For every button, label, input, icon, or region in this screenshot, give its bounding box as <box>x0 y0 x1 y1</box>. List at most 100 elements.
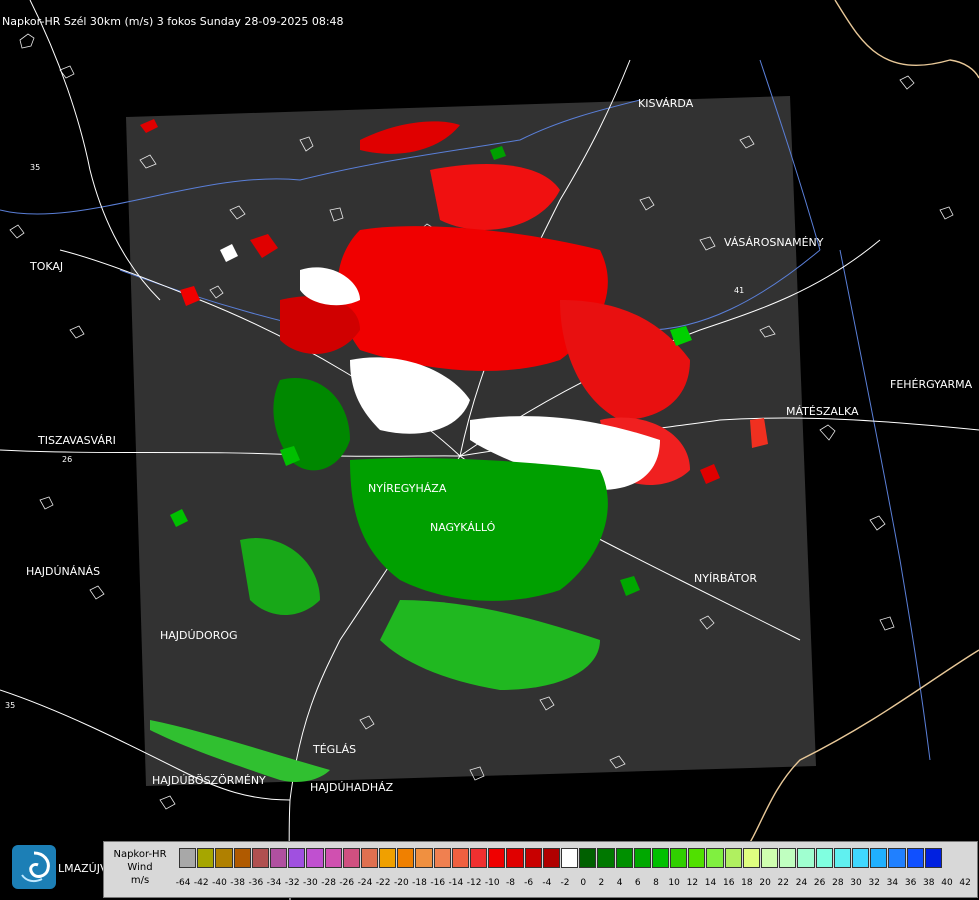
legend-swatch <box>179 848 197 868</box>
legend-tick-label: -10 <box>484 878 500 888</box>
city-label-hajdunanas: HAJDÚNÁNÁS <box>26 565 100 578</box>
swirl-logo-icon <box>21 851 50 883</box>
legend-swatch <box>542 848 560 868</box>
legend-tick-label: 24 <box>795 878 808 888</box>
legend-swatch <box>233 848 251 868</box>
legend-tick-label: 12 <box>686 878 699 888</box>
legend-tick-label: 0 <box>580 878 587 888</box>
legend-tick-label: -18 <box>412 878 427 888</box>
legend-tick-label: -64 <box>175 878 191 888</box>
legend-tick-label: -28 <box>321 878 336 888</box>
legend-swatch <box>724 848 742 868</box>
city-label-nyirbator: NYÍRBÁTOR <box>694 572 757 585</box>
legend-swatch <box>870 848 888 868</box>
legend-swatch <box>342 848 360 868</box>
legend-line-2: Wind <box>127 862 153 873</box>
legend-tick-label: 8 <box>653 878 659 888</box>
legend-swatch <box>906 848 924 868</box>
legend-tick-label: -14 <box>448 878 464 888</box>
legend-swatch <box>269 848 288 868</box>
legend-ticks: -64 -42 -40 -38 -36 -34 -32 -30 -28 -26 -24 -22 -20-… <box>174 878 974 888</box>
legend-swatch <box>815 848 833 868</box>
legend-swatch <box>433 848 451 868</box>
legend-tick-label: 38 <box>923 878 935 888</box>
city-label-tokaj: TOKAJ <box>29 260 63 273</box>
legend-tick-label: 10 <box>668 878 680 888</box>
radar-title: Napkor-HR Szél 30km (m/s) 3 fokos Sunday… <box>2 15 344 28</box>
legend-swatch <box>688 848 706 868</box>
legend-swatch <box>397 848 415 868</box>
legend-tick-label: -20 <box>393 878 409 888</box>
legend-swatch <box>215 848 233 868</box>
napkor-logo <box>12 845 56 889</box>
legend-tick-label: 34 <box>886 878 899 888</box>
legend-tick-label: -30 <box>303 878 318 888</box>
legend-swatch <box>560 848 579 868</box>
city-label-nyiregyhaza: NYÍREGYHÁZA <box>368 482 447 495</box>
legend-swatch <box>451 848 469 868</box>
legend-swatch <box>360 848 379 868</box>
legend-swatch <box>579 848 597 868</box>
legend-tick-label: 20 <box>759 878 771 888</box>
legend-swatch <box>706 848 724 868</box>
city-label-vasarosnameny: VÁSÁROSNAMÉNY <box>724 236 824 249</box>
legend-tick-label: 32 <box>868 878 880 888</box>
legend-tick-label: 14 <box>704 878 717 888</box>
legend-tick-label: 30 <box>850 878 862 888</box>
legend-swatches <box>179 848 943 868</box>
legend-tick-label: -8 <box>505 878 515 888</box>
legend-swatch <box>779 848 797 868</box>
legend-tick-label: -16 <box>430 878 446 888</box>
legend-swatch <box>761 848 779 868</box>
legend-swatch <box>379 848 397 868</box>
city-label-mateszalka: MÁTÉSZALKA <box>786 405 859 418</box>
legend-swatch <box>288 848 306 868</box>
city-label-nagykallo: NAGYKÁLLÓ <box>430 521 496 534</box>
legend-swatch <box>324 848 342 868</box>
city-label-kisvarda: KISVÁRDA <box>638 97 694 110</box>
legend-swatch <box>742 848 760 868</box>
road-number: 41 <box>734 286 744 295</box>
legend-tick-label: 22 <box>777 878 789 888</box>
legend-tick-label: -34 <box>266 878 282 888</box>
legend-swatch <box>197 848 215 868</box>
legend-tick-label: 26 <box>813 878 826 888</box>
road-number: 26 <box>62 455 72 464</box>
city-label-teglas: TÉGLÁS <box>312 743 356 756</box>
legend-tick-label: -42 <box>193 878 209 888</box>
legend-swatch <box>888 848 906 868</box>
legend-tick-label: 18 <box>741 878 753 888</box>
road-number: 35 <box>5 701 15 710</box>
legend-tick-label: -22 <box>375 878 391 888</box>
legend-tick-label: 28 <box>832 878 844 888</box>
legend-swatch <box>924 848 942 868</box>
legend-title: Napkor-HR Wind m/s <box>104 848 176 887</box>
legend-tick-label: -40 <box>212 878 227 888</box>
legend-tick-label: 40 <box>941 878 953 888</box>
legend-tick-label: -4 <box>542 878 552 888</box>
legend-swatch <box>524 848 542 868</box>
legend-swatch <box>470 848 488 868</box>
legend-swatch <box>415 848 433 868</box>
legend-swatch <box>615 848 633 868</box>
road-number: 35 <box>30 163 40 172</box>
legend-line-3: m/s <box>130 875 150 886</box>
legend-swatch <box>651 848 670 868</box>
legend-swatch <box>506 848 524 868</box>
legend-swatch <box>670 848 688 868</box>
legend-swatch <box>306 848 324 868</box>
legend-tick-label: 2 <box>598 878 605 888</box>
legend-swatch <box>488 848 506 868</box>
legend-line-1: Napkor-HR <box>113 849 167 860</box>
legend-swatch <box>797 848 815 868</box>
legend-swatch <box>251 848 269 868</box>
legend-tick-label: 16 <box>722 878 735 888</box>
legend-swatch <box>833 848 851 868</box>
legend-swatch <box>633 848 651 868</box>
city-label-hajdudorog: HAJDÚDOROG <box>160 629 238 642</box>
city-label-hajduhadhaz: HAJDÚHADHÁZ <box>310 781 394 794</box>
city-label-fehergyarmat: FEHÉRGYARMA <box>890 378 973 391</box>
legend-tick-label: -32 <box>284 878 300 888</box>
legend-tick-label: 4 <box>616 878 623 888</box>
legend-tick-label: -2 <box>560 878 570 888</box>
